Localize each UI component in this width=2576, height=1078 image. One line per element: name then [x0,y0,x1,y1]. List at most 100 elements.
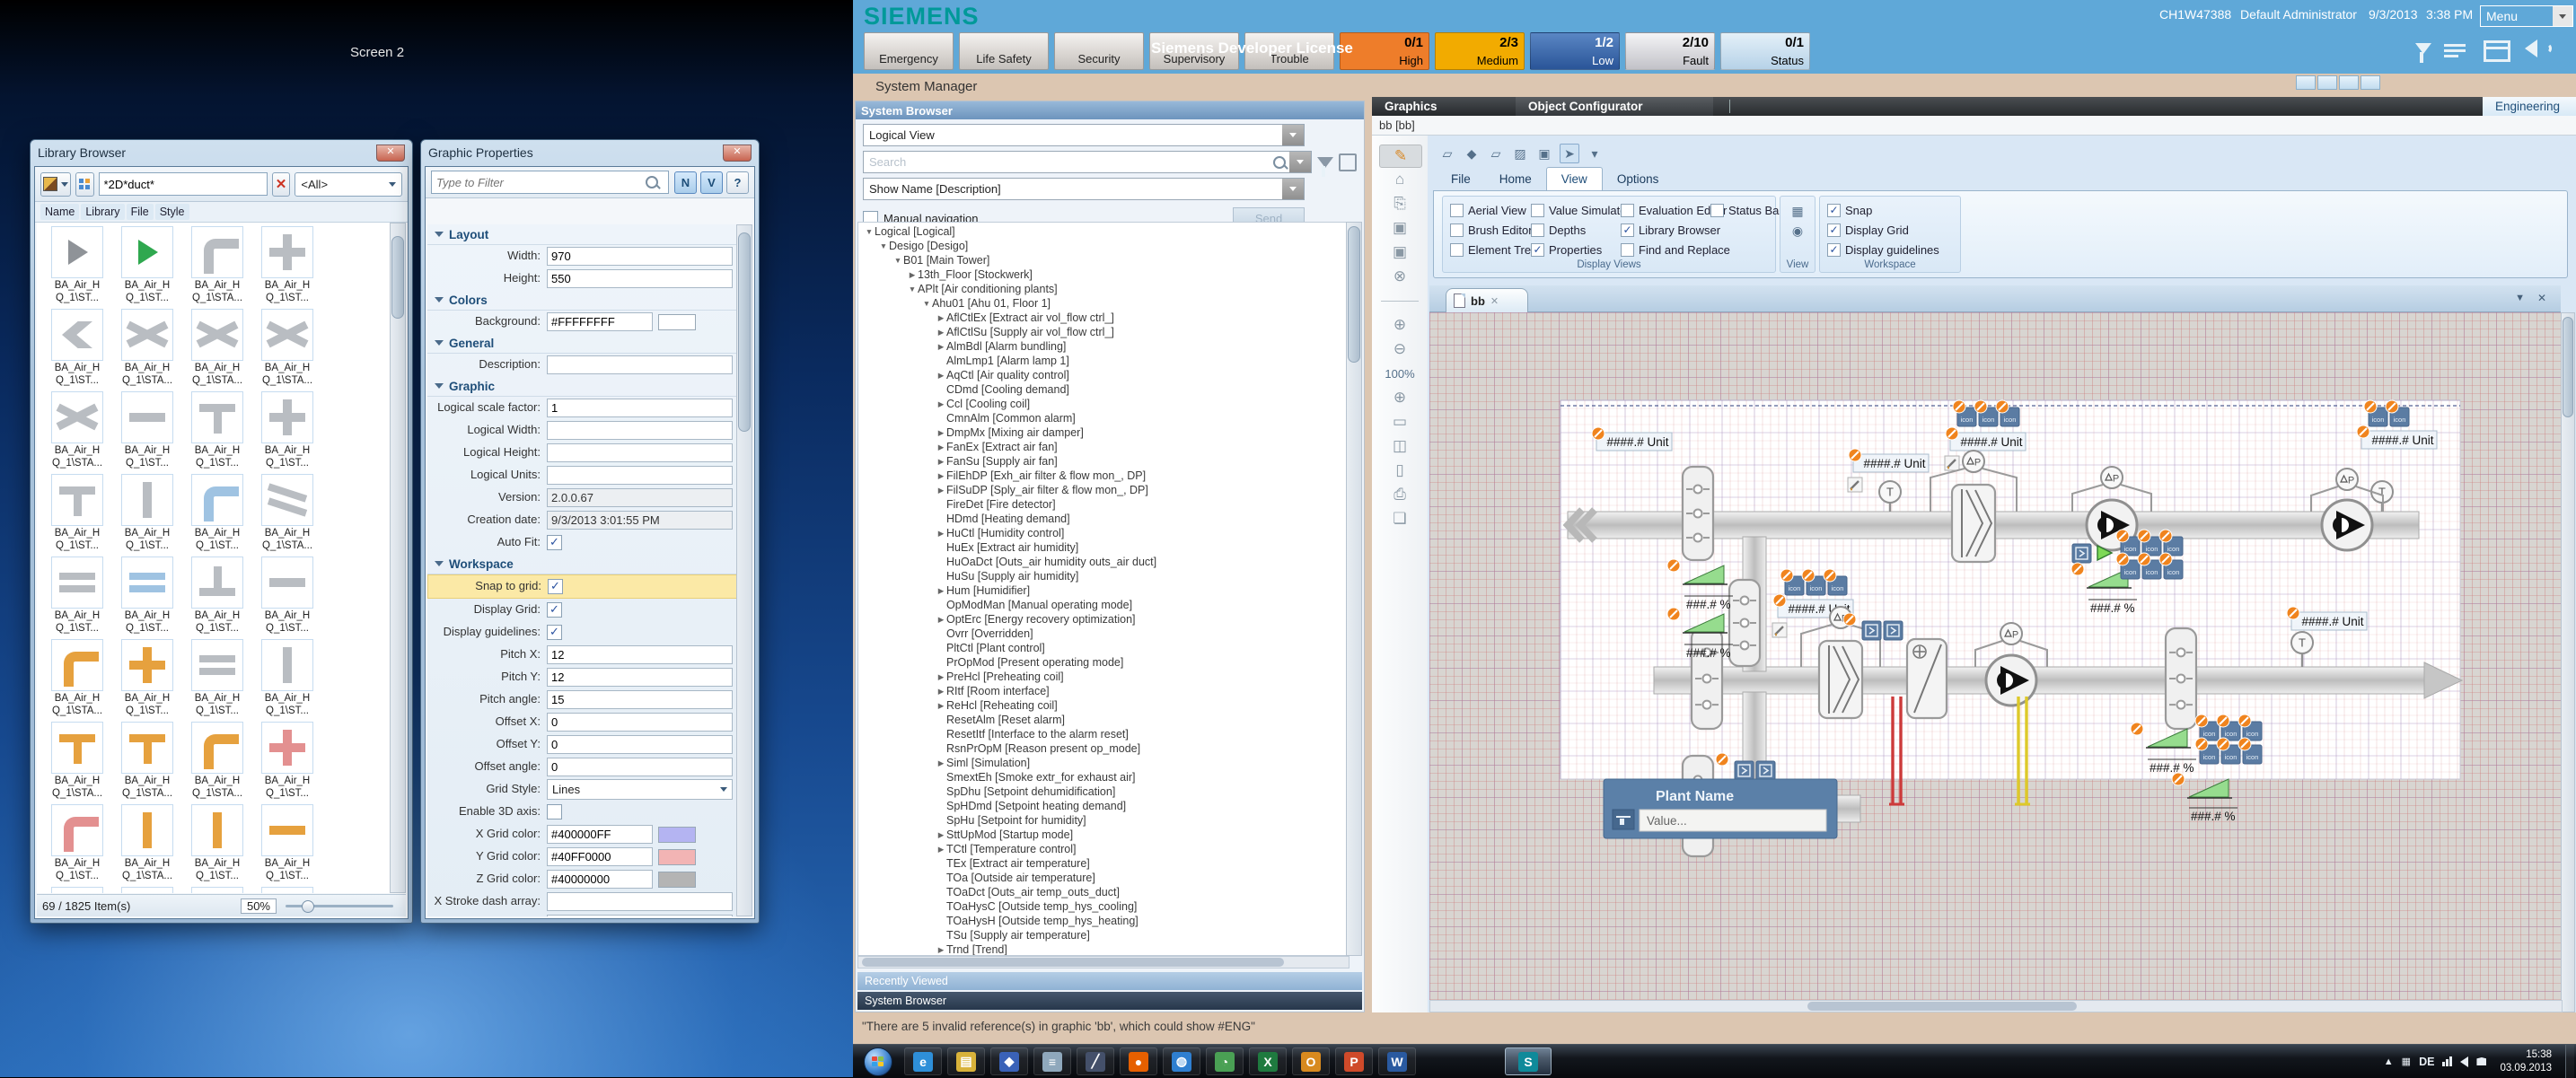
library-filter-dropdown[interactable]: <All> [295,172,402,197]
close-icon[interactable]: ⊗ [1379,266,1420,287]
library-source-dropdown[interactable] [40,172,71,197]
layout-3-icon[interactable] [2339,75,2359,90]
checkbox-brush-editor[interactable]: Brush Editor [1450,223,1533,237]
view-selector-dropdown[interactable]: Logical View [863,124,1305,146]
library-item[interactable]: BA_Air_H Q_1\STA... [42,722,112,804]
tree-item[interactable]: Ovrr [Overridden] [858,627,1349,641]
event-list-icon[interactable] [2444,41,2466,60]
tree-item[interactable]: ▼APlt [Air conditioning plants] [858,282,1349,296]
tree-item[interactable]: SmextEh [Smoke extr_for exhaust air] [858,770,1349,784]
language-indicator[interactable]: DE [2419,1056,2434,1068]
library-item[interactable]: BA_Air_H Q_1\ST... [182,391,252,474]
new-document-icon[interactable]: ▱ [1438,145,1456,162]
speaker-icon[interactable] [2525,39,2552,60]
layout-1-icon[interactable] [2296,75,2316,90]
library-zoom-slider[interactable] [286,905,393,907]
library-item[interactable]: BA_Air_H Q_1\ST... [182,887,252,893]
tree-item[interactable]: ▼Logical [Logical] [858,224,1349,239]
column-header-library[interactable]: Library [81,204,124,220]
library-vertical-scrollbar[interactable] [390,223,406,893]
graphic-canvas[interactable]: ####.# Unit####.# Uniticoniconicon####.#… [1429,312,2561,1012]
tree-item[interactable]: ▶AflCtlEx [Extract air vol_flow ctrl_] [858,311,1349,325]
property-input[interactable] [547,690,733,709]
collapse-icon[interactable]: ▼ [907,285,918,294]
property-checkbox[interactable]: ✓ [547,602,562,618]
tree-item[interactable]: ▼Desigo [Desigo] [858,239,1349,253]
tree-item[interactable]: PrOpMod [Present operating mode] [858,655,1349,670]
percent-value-label[interactable]: ###.# % [2088,600,2137,615]
tray-app-icon[interactable]: ▦ [2402,1056,2411,1067]
taskbar-powerpoint[interactable]: P [1335,1047,1373,1075]
library-item[interactable]: BA_Air_H Q_1\STA... [182,226,252,309]
edit-pencil-icon[interactable] [1848,478,1862,492]
color-swatch[interactable] [658,827,696,843]
taskbar-internet-explorer[interactable]: e [904,1047,942,1075]
expand-icon[interactable]: ▶ [936,399,946,409]
library-item[interactable]: BA_Air_H Q_1\ST... [182,804,252,887]
property-color-input[interactable] [547,825,653,844]
property-input[interactable] [547,247,733,266]
close-icon[interactable]: ✕ [723,145,752,162]
property-color-input[interactable] [547,847,653,866]
library-item[interactable]: BA_Air_H Q_1\STA... [42,639,112,722]
collapse-icon[interactable]: ▼ [892,256,903,265]
damper-symbol[interactable] [1683,467,1713,560]
checkbox-display-grid[interactable]: ✓Display Grid [1827,223,1909,237]
column-header-file[interactable]: File [127,204,154,220]
save-icon[interactable]: ▣ [1535,145,1553,162]
zoom-level-icon[interactable]: 100% [1379,363,1420,384]
library-item[interactable]: BA_Air_H Q_1\ST... [112,226,182,309]
tree-item[interactable]: HuSu [Supply air humidity] [858,569,1349,583]
tree-item[interactable]: ▶DmpMx [Mixing air damper] [858,425,1349,440]
tree-item[interactable]: RsnPrOpM [Reason present op_mode] [858,741,1349,756]
tree-item[interactable]: HuEx [Extract air humidity] [858,540,1349,555]
setpoint-icon[interactable] [1884,621,1903,640]
save-icon[interactable]: ▣ [1379,217,1420,239]
taskbar-media-app[interactable]: ◆ [990,1047,1028,1075]
taskbar-excel[interactable]: X [1249,1047,1287,1075]
setpoint-icon[interactable] [1735,761,1754,780]
humidifier-symbol[interactable] [1907,639,1947,718]
section-header-colors[interactable]: Colors [427,290,740,311]
collapse-icon[interactable]: ▼ [864,227,875,236]
expand-icon[interactable]: ▶ [936,486,946,495]
tree-item[interactable]: ▶PreHcl [Preheating coil] [858,670,1349,684]
library-item[interactable]: BA_Air_H Q_1\ST... [112,639,182,722]
close-icon[interactable]: ✕ [376,145,405,162]
expand-icon[interactable]: ▶ [936,471,946,481]
counter-medium-button[interactable]: 2/3Medium [1435,32,1525,70]
library-item[interactable]: BA_Air_H Q_1\ST... [42,474,112,557]
taskbar-browser-globe[interactable]: ◍ [1163,1047,1200,1075]
save-filter-icon[interactable] [1339,153,1357,171]
chevron-down-icon[interactable]: ▼ [2515,293,2525,303]
canvas-horizontal-scrollbar[interactable] [1429,1000,2563,1012]
close-tab-icon[interactable]: ✕ [1490,295,1499,307]
library-item[interactable]: BA_Air_H Q_1\STA... [252,887,322,893]
property-input[interactable] [547,668,733,687]
setpoint-icon[interactable] [1756,761,1775,780]
tree-item[interactable]: ▶AqCtl [Air quality control] [858,368,1349,382]
tree-item[interactable]: TOaDct [Outs_air temp_outs_duct] [858,885,1349,899]
percent-value-label[interactable]: ###.# % [2148,759,2196,775]
property-input[interactable] [547,355,733,374]
property-select[interactable]: Lines [547,779,733,800]
setpoint-icon[interactable] [2072,544,2091,563]
show-desktop-button[interactable] [2565,1045,2574,1078]
checkbox-value-simulator[interactable]: Value Simulator [1531,204,1631,217]
split-view-icon[interactable]: ◫ [1379,435,1420,457]
section-header-general[interactable]: General [427,333,740,354]
taskbar-word[interactable]: W [1378,1047,1416,1075]
filter-symbol[interactable] [1952,485,1995,562]
fit-view-icon[interactable]: ▭ [1379,411,1420,433]
tree-item[interactable]: ▶FanSu [Supply air fan] [858,454,1349,469]
library-item[interactable]: BA_Air_H Q_1\ST... [112,474,182,557]
tree-item[interactable]: AlmLmp1 [Alarm lamp 1] [858,354,1349,368]
library-item[interactable]: BA_Air_H Q_1\STA... [252,474,322,557]
tree-item[interactable]: OpModMan [Manual operating mode] [858,598,1349,612]
library-item[interactable]: BA_Air_H Q_1\ST... [182,474,252,557]
menu-dropdown[interactable]: Menu [2480,5,2573,27]
damper-symbol[interactable] [1692,628,1722,729]
expand-icon[interactable]: ▶ [936,371,946,381]
tree-item[interactable]: ▶Trnd [Trend] [858,942,1349,956]
library-item[interactable]: BA_Air_H Q_1\STA... [42,391,112,474]
